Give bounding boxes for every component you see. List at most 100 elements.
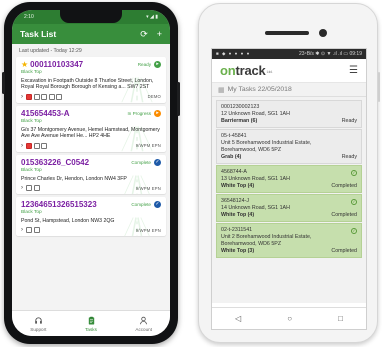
nav-label: Tasks bbox=[85, 326, 97, 332]
task-card[interactable]: 415654453-A In Progress ▸ Black Top G/s 37 M… bbox=[16, 105, 166, 152]
task-card[interactable]: 05-t-45841 Unit 5 Borehamwood Industrial … bbox=[216, 129, 362, 164]
task-ref: 0001230002123 bbox=[221, 104, 260, 110]
task-id: 000110103347 bbox=[30, 60, 84, 69]
chevron-right-icon[interactable]: › bbox=[21, 185, 23, 191]
side-button bbox=[378, 72, 380, 102]
task-id: 12364651326515323 bbox=[21, 200, 97, 210]
tasks-title: My Tasks 22/05/2018 bbox=[227, 86, 292, 93]
task-ref: 4568744-A bbox=[221, 169, 247, 175]
task-status: Ready bbox=[341, 154, 357, 160]
android-nav-bar: ◁ ○ □ bbox=[212, 307, 366, 329]
task-card[interactable]: 015363226_C0542 Complete ✓ Black Top Prince … bbox=[16, 154, 166, 195]
home-icon[interactable]: ○ bbox=[287, 314, 292, 323]
chevron-right-icon[interactable]: › bbox=[21, 94, 23, 100]
road-watermark-icon bbox=[124, 175, 150, 195]
task-list: ★ 000110103347 Ready ▸ Black Top Excavation i… bbox=[12, 57, 170, 237]
task-status: Completed bbox=[331, 248, 357, 254]
status-indicators: 23⁴B/s ✱ ⊙ ▼ .ıl .ıl ▭ 09:19 bbox=[298, 51, 362, 57]
back-icon[interactable]: ◁ bbox=[235, 314, 241, 323]
photo-icon bbox=[33, 227, 40, 234]
task-address-line: 12 Unknown Road, SG1 1AH bbox=[221, 111, 290, 117]
task-id: 415654453-A bbox=[21, 108, 70, 118]
nav-tasks[interactable]: Tasks bbox=[65, 311, 118, 336]
phone-right: ■ ◆ ● ● ● ● 23⁴B/s ✱ ⊙ ▼ .ıl .ıl ▭ 09:19… bbox=[198, 3, 380, 343]
status-notifications: ■ ◆ ● ● ● ● bbox=[216, 51, 251, 56]
task-status: Completed bbox=[331, 212, 357, 218]
edit-icon bbox=[26, 227, 32, 234]
task-work: White Top (4) bbox=[221, 183, 255, 189]
plus-icon[interactable]: + bbox=[157, 29, 162, 39]
last-updated: Last updated - Today 12:29 bbox=[12, 44, 170, 57]
photo-icon bbox=[33, 185, 40, 192]
chevron-right-icon[interactable]: › bbox=[21, 143, 23, 149]
task-card[interactable]: ★ 000110103347 Ready ▸ Black Top Excavation i… bbox=[16, 57, 166, 103]
document-icon bbox=[33, 142, 40, 149]
task-card[interactable]: 36548124-J ✓ 14 Unknown Road, SG1 1AH White… bbox=[216, 194, 362, 222]
task-address-line: Unit 5 Borehamwood Industrial Estate, bbox=[221, 140, 312, 146]
app-header: ontrackLtd. ☰ bbox=[212, 59, 366, 83]
nav-support[interactable]: Support bbox=[12, 311, 65, 336]
star-icon[interactable]: ★ bbox=[21, 60, 28, 69]
nav-label: Account bbox=[135, 326, 152, 332]
status-indicator-icon: ✓ bbox=[154, 158, 161, 166]
refresh-icon[interactable]: ⟳ bbox=[140, 29, 148, 39]
left-screen: 2:10 ▾ ◢ ▮ Task List ⟳ + Last updated - … bbox=[12, 10, 170, 336]
menu-icon[interactable]: ☰ bbox=[349, 65, 358, 76]
status-indicator-icon: ▸ bbox=[154, 61, 161, 68]
task-address-line: 13 Unknown Road, SG1 1AH bbox=[221, 176, 290, 182]
road-watermark-icon bbox=[121, 126, 153, 152]
calendar-icon: ▦ bbox=[218, 86, 225, 94]
chevron-right-icon[interactable]: › bbox=[21, 227, 23, 233]
volume-button bbox=[2, 72, 5, 94]
task-list: 0001230002123 12 Unknown Road, SG1 1AH Bar… bbox=[212, 97, 366, 303]
task-address-line: Borehamwood, WD6 5PZ bbox=[221, 147, 282, 153]
task-card[interactable]: 12364651326515323 Complete ✓ Black Top Pond … bbox=[16, 197, 166, 237]
task-status: Ready bbox=[341, 118, 357, 124]
status-icons: ▾ ◢ ▮ bbox=[146, 14, 158, 20]
status-indicator-icon: ✓ bbox=[154, 201, 161, 209]
status-bar: ■ ◆ ● ● ● ● 23⁴B/s ✱ ⊙ ▼ .ıl .ıl ▭ 09:19 bbox=[212, 49, 366, 59]
document-icon bbox=[33, 93, 40, 100]
task-status: Ready bbox=[137, 62, 151, 67]
person-icon bbox=[139, 316, 148, 327]
power-button bbox=[177, 82, 180, 116]
check-circle-icon: ✓ bbox=[351, 227, 357, 234]
page-title: Task List bbox=[20, 29, 57, 39]
phone-left: 2:10 ▾ ◢ ▮ Task List ⟳ + Last updated - … bbox=[2, 2, 180, 344]
recents-icon[interactable]: □ bbox=[338, 314, 343, 323]
task-card[interactable]: 02-t-2311541 ✓ Unit 2 Borehamwood Industri… bbox=[216, 223, 362, 258]
task-status: Completed bbox=[331, 183, 357, 189]
app-bar: Task List ⟳ + bbox=[12, 24, 170, 44]
task-id: 015363226_C0542 bbox=[21, 157, 90, 167]
check-circle-icon: ✓ bbox=[351, 169, 357, 176]
headset-icon bbox=[34, 316, 43, 327]
task-address-line: 14 Unknown Road, SG1 1AH bbox=[221, 205, 290, 211]
task-ref: 05-t-45841 bbox=[221, 133, 247, 139]
task-work: Grab (4) bbox=[221, 154, 242, 160]
task-status: Complete bbox=[131, 159, 151, 165]
note-icon bbox=[48, 93, 55, 100]
nav-label: Support bbox=[30, 326, 47, 332]
task-address-line: Unit 2 Borehamwood Industrial Estate, bbox=[221, 234, 312, 240]
task-card[interactable]: 4568744-A ✓ 13 Unknown Road, SG1 1AH White … bbox=[216, 165, 362, 193]
task-ref: 02-t-2311541 bbox=[221, 227, 253, 233]
task-work: White Top (4) bbox=[221, 212, 255, 218]
task-status: In Progress bbox=[127, 110, 152, 116]
notch bbox=[60, 10, 122, 23]
task-work: Barrierman (6) bbox=[221, 118, 258, 124]
attachment-icon bbox=[56, 93, 62, 100]
road-watermark-icon bbox=[121, 77, 153, 103]
right-screen: ■ ◆ ● ● ● ● 23⁴B/s ✱ ⊙ ▼ .ıl .ıl ▭ 09:19… bbox=[211, 48, 367, 330]
photo-icon bbox=[41, 93, 47, 100]
status-indicator-icon: ▸ bbox=[154, 109, 161, 117]
clipboard-icon bbox=[87, 316, 96, 327]
task-card[interactable]: 0001230002123 12 Unknown Road, SG1 1AH Bar… bbox=[216, 100, 362, 128]
speaker bbox=[265, 31, 309, 35]
alert-badge-icon bbox=[26, 93, 32, 100]
nav-account[interactable]: Account bbox=[117, 311, 170, 336]
road-watermark-icon bbox=[124, 217, 150, 237]
task-work: White Top (3) bbox=[221, 248, 255, 254]
photo-icon bbox=[41, 142, 47, 149]
status-time: 2:10 bbox=[24, 14, 34, 20]
camera bbox=[319, 29, 327, 37]
